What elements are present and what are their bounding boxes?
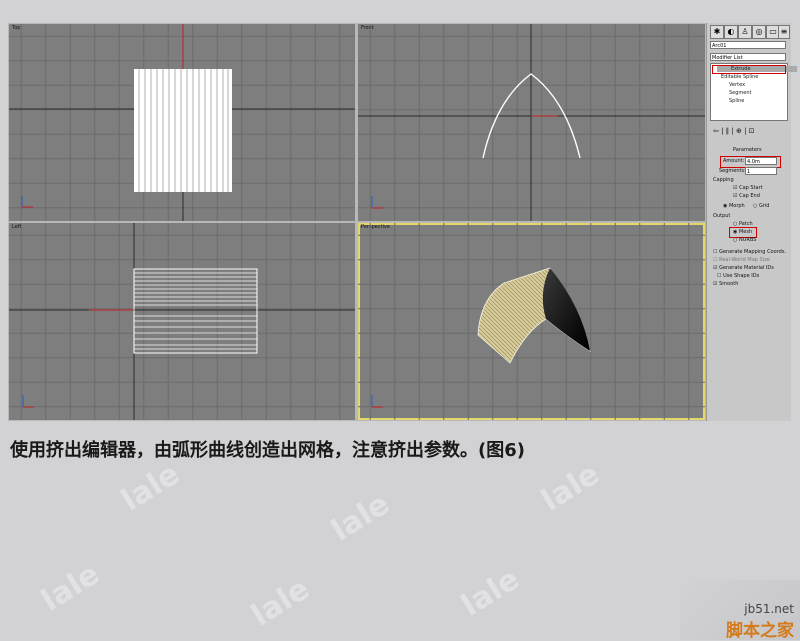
- utilities-tab-icon[interactable]: ≡: [778, 25, 790, 39]
- parameters-rollout-title[interactable]: Parameters: [733, 147, 762, 153]
- stack-item-editable-spline[interactable]: Editable Spline: [721, 74, 758, 80]
- cap-start-label: Cap Start: [739, 185, 763, 191]
- watermark-text: lale: [115, 456, 185, 518]
- stack-item-spline[interactable]: Spline: [729, 98, 744, 104]
- command-panel: ✱ ◐ ♙ ◎ ▭ ≡ Arc01 Modifier List Extrude …: [706, 23, 791, 421]
- gen-mapping-checkbox[interactable]: ☐ Generate Mapping Coords.: [713, 249, 786, 255]
- brand-site: jb51.net: [744, 602, 794, 616]
- create-tab-icon[interactable]: ✱: [710, 25, 724, 39]
- smooth-checkbox[interactable]: ☑ Smooth: [713, 281, 738, 287]
- morph-radio[interactable]: ◉ Morph: [723, 203, 745, 209]
- extrude-highlight-box: [712, 65, 786, 74]
- morph-label: Morph: [729, 203, 745, 209]
- site-brand[interactable]: jb51.net 脚本之家: [680, 580, 800, 640]
- modifier-list-dropdown[interactable]: Modifier List: [710, 53, 786, 61]
- object-name-field[interactable]: Arc01: [710, 41, 786, 49]
- nurbs-label: NURBS: [739, 237, 756, 243]
- watermark-text: lale: [535, 456, 605, 518]
- real-world-label: Real-World Map Size: [719, 257, 770, 263]
- watermark-text: lale: [325, 486, 395, 548]
- figure-caption: 使用挤出编辑器，由弧形曲线创造出网格，注意挤出参数。(图6): [10, 436, 525, 462]
- use-shape-label: Use Shape IDs: [723, 273, 759, 279]
- stack-item-segment[interactable]: Segment: [729, 90, 752, 96]
- viewport-perspective[interactable]: Perspective: [358, 223, 705, 420]
- stack-tools-icons[interactable]: ⇦ | ∥ | ⊕ | ⊡: [713, 127, 755, 135]
- modifier-stack: Extrude Editable Spline Vertex Segment S…: [710, 63, 788, 121]
- cap-end-label: Cap End: [739, 193, 760, 199]
- nurbs-radio[interactable]: ○ NURBS: [733, 237, 756, 243]
- output-group-label: Output: [713, 213, 730, 219]
- motion-tab-icon[interactable]: ◎: [752, 25, 766, 39]
- max-screenshot: Top Front: [8, 23, 706, 421]
- viewport-left[interactable]: Left: [9, 223, 355, 420]
- cap-start-checkbox[interactable]: ☑ Cap Start: [733, 185, 763, 191]
- stack-item-vertex[interactable]: Vertex: [729, 82, 745, 88]
- capping-group-label: Capping: [713, 177, 734, 183]
- front-view-canvas: [358, 24, 705, 221]
- watermark-text: lale: [35, 556, 105, 618]
- cap-end-checkbox[interactable]: ☑ Cap End: [733, 193, 760, 199]
- modify-tab-icon[interactable]: ◐: [724, 25, 738, 39]
- brand-name: 脚本之家: [726, 616, 794, 641]
- grid-radio[interactable]: ○ Grid: [753, 203, 769, 209]
- watermark-text: lale: [455, 561, 525, 623]
- gen-mapping-label: Generate Mapping Coords.: [719, 249, 786, 255]
- perspective-view-canvas: [358, 223, 705, 420]
- viewport-top[interactable]: Top: [9, 24, 355, 221]
- hierarchy-tab-icon[interactable]: ♙: [738, 25, 752, 39]
- grid-label: Grid: [759, 203, 770, 209]
- use-shape-checkbox[interactable]: ☐ Use Shape IDs: [717, 273, 759, 279]
- real-world-checkbox[interactable]: ☐ Real-World Map Size: [713, 257, 770, 263]
- segments-label: Segments:: [719, 168, 746, 174]
- top-view-canvas: [9, 24, 355, 221]
- segments-field[interactable]: 1: [745, 167, 777, 175]
- gen-material-checkbox[interactable]: ☑ Generate Material IDs: [713, 265, 774, 271]
- gen-material-label: Generate Material IDs: [719, 265, 774, 271]
- smooth-label: Smooth: [719, 281, 738, 287]
- left-view-canvas: [9, 223, 355, 420]
- viewport-front[interactable]: Front: [358, 24, 705, 221]
- watermark-text: lale: [245, 571, 315, 633]
